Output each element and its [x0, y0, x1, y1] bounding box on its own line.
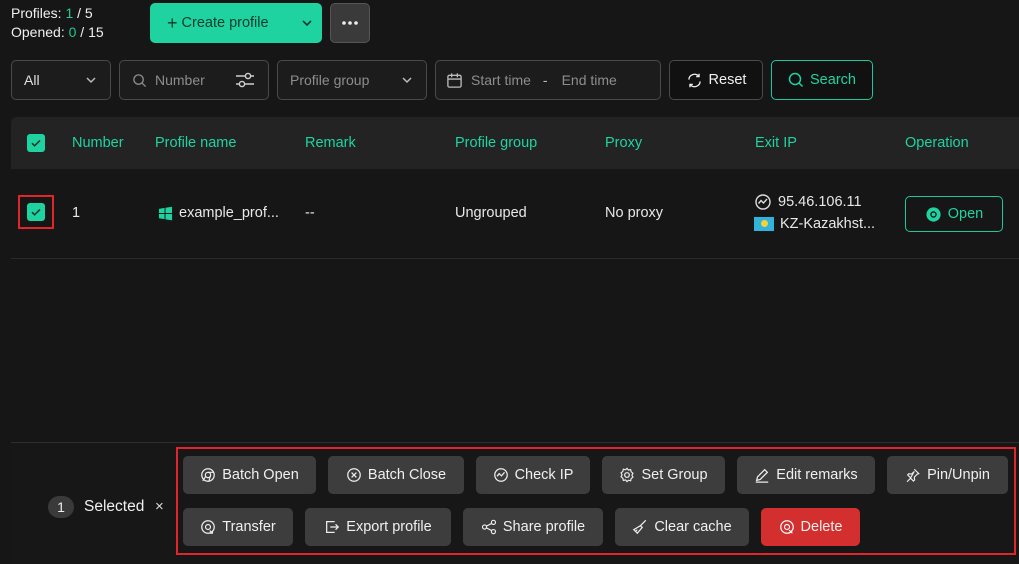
filter-sliders-icon[interactable]: [234, 71, 256, 89]
table-header: Number Profile name Remark Profile group…: [11, 117, 1019, 169]
edit-pencil-icon: [756, 468, 769, 483]
column-header-remark[interactable]: Remark: [305, 117, 356, 169]
search-button[interactable]: Search: [771, 60, 873, 100]
open-label: Open: [947, 206, 984, 222]
profile-group-placeholder: Profile group: [290, 72, 370, 88]
opened-total: / 15: [80, 24, 104, 40]
clear-cache-button[interactable]: Clear cache: [615, 508, 749, 546]
transfer-button[interactable]: Transfer: [183, 508, 293, 546]
selected-label: Selected: [84, 498, 145, 515]
check-icon: [31, 208, 41, 216]
chevron-down-icon: [86, 77, 96, 84]
create-profile-button[interactable]: + Create profile: [150, 3, 322, 43]
delete-icon: [779, 520, 794, 534]
ip-check-icon: [493, 468, 508, 482]
end-time-placeholder: End time: [561, 72, 617, 88]
delete-label: Delete: [800, 519, 843, 535]
reset-button[interactable]: Reset: [669, 60, 763, 100]
transfer-label: Transfer: [222, 519, 276, 535]
transfer-icon: [201, 520, 216, 534]
chevron-down-icon: [402, 77, 412, 84]
exit-ip-cell: 95.46.106.11 KZ-Kazakhst...: [754, 193, 875, 232]
ip-check-icon[interactable]: [754, 193, 772, 211]
refresh-icon: [687, 73, 701, 87]
column-header-operation: Operation: [905, 135, 969, 151]
windows-icon: [158, 206, 173, 220]
profiles-count: 1: [65, 5, 74, 21]
column-header-exit-ip[interactable]: Exit IP: [755, 117, 797, 169]
remark-cell: --: [305, 205, 315, 221]
number-search-field[interactable]: Number: [119, 60, 269, 100]
number-placeholder: Number: [155, 72, 205, 88]
export-icon: [326, 521, 340, 533]
share-icon: [481, 519, 496, 535]
table-row[interactable]: 1 example_prof... -- Ungrouped No proxy …: [11, 169, 1019, 259]
profile-stats: Profiles: 1 / 5 Opened: 0 / 15: [11, 4, 104, 42]
clear-cache-label: Clear cache: [654, 519, 732, 535]
column-header-proxy[interactable]: Proxy: [605, 117, 642, 169]
exit-ip-value: 95.46.106.11: [778, 194, 862, 210]
browser-icon: [201, 468, 216, 482]
close-circle-icon: [347, 468, 361, 482]
calendar-icon: [447, 72, 462, 88]
pin-unpin-label: Pin/Unpin: [927, 467, 990, 483]
batch-open-label: Batch Open: [222, 467, 299, 483]
profiles-label: Profiles:: [11, 5, 62, 21]
column-header-number[interactable]: Number: [72, 117, 124, 169]
batch-close-label: Batch Close: [367, 467, 447, 483]
export-profile-label: Export profile: [346, 519, 432, 535]
select-all-checkbox[interactable]: [27, 134, 45, 152]
edit-remarks-button[interactable]: Edit remarks: [737, 456, 875, 494]
set-group-label: Set Group: [641, 467, 708, 483]
share-profile-button[interactable]: Share profile: [463, 508, 603, 546]
plus-icon: +: [167, 13, 178, 33]
edit-remarks-label: Edit remarks: [776, 467, 858, 483]
more-icon: [342, 21, 358, 25]
reset-label: Reset: [708, 72, 747, 88]
profiles-total: / 5: [77, 5, 93, 21]
broom-icon: [633, 519, 647, 535]
row-checkbox[interactable]: [18, 195, 54, 229]
more-options-button[interactable]: [330, 3, 370, 43]
create-profile-label: Create profile: [181, 15, 269, 31]
column-header-profile-group[interactable]: Profile group: [455, 117, 537, 169]
export-profile-button[interactable]: Export profile: [305, 508, 451, 546]
set-group-button[interactable]: Set Group: [602, 456, 725, 494]
start-time-placeholder: Start time: [471, 72, 531, 88]
kazakhstan-flag-icon: [754, 217, 774, 231]
check-ip-button[interactable]: Check IP: [476, 456, 590, 494]
column-header-profile-name[interactable]: Profile name: [155, 117, 236, 169]
opened-count: 0: [68, 24, 77, 40]
status-filter-select[interactable]: All: [11, 60, 111, 100]
search-label: Search: [810, 72, 856, 88]
opened-label: Opened:: [11, 24, 65, 40]
check-ip-label: Check IP: [514, 467, 574, 483]
selected-count-badge: 1: [48, 496, 74, 518]
pin-icon: [906, 468, 920, 483]
profile-group-cell: Ungrouped: [455, 205, 527, 221]
proxy-cell: No proxy: [605, 205, 664, 221]
batch-close-button[interactable]: Batch Close: [328, 456, 464, 494]
profile-group-select[interactable]: Profile group: [277, 60, 427, 100]
share-profile-label: Share profile: [502, 519, 586, 535]
check-icon: [31, 139, 41, 147]
chevron-down-icon[interactable]: [300, 16, 314, 30]
row-number: 1: [72, 205, 81, 221]
date-range-picker[interactable]: Start time - End time: [435, 60, 661, 100]
pin-unpin-button[interactable]: Pin/Unpin: [887, 456, 1008, 494]
search-icon: [133, 73, 147, 87]
batch-open-button[interactable]: Batch Open: [183, 456, 316, 494]
time-separator: -: [542, 72, 548, 88]
search-icon: [788, 72, 804, 88]
profile-name-cell[interactable]: example_prof...: [158, 205, 279, 221]
delete-button[interactable]: Delete: [761, 508, 860, 546]
clear-selection-button[interactable]: ×: [155, 498, 164, 515]
browser-icon: [926, 206, 941, 222]
profile-name: example_prof...: [179, 205, 279, 221]
exit-location-value: KZ-Kazakhst...: [780, 216, 876, 232]
open-profile-button[interactable]: Open: [905, 196, 1003, 232]
gear-icon: [620, 467, 635, 483]
status-filter-value: All: [24, 72, 40, 88]
